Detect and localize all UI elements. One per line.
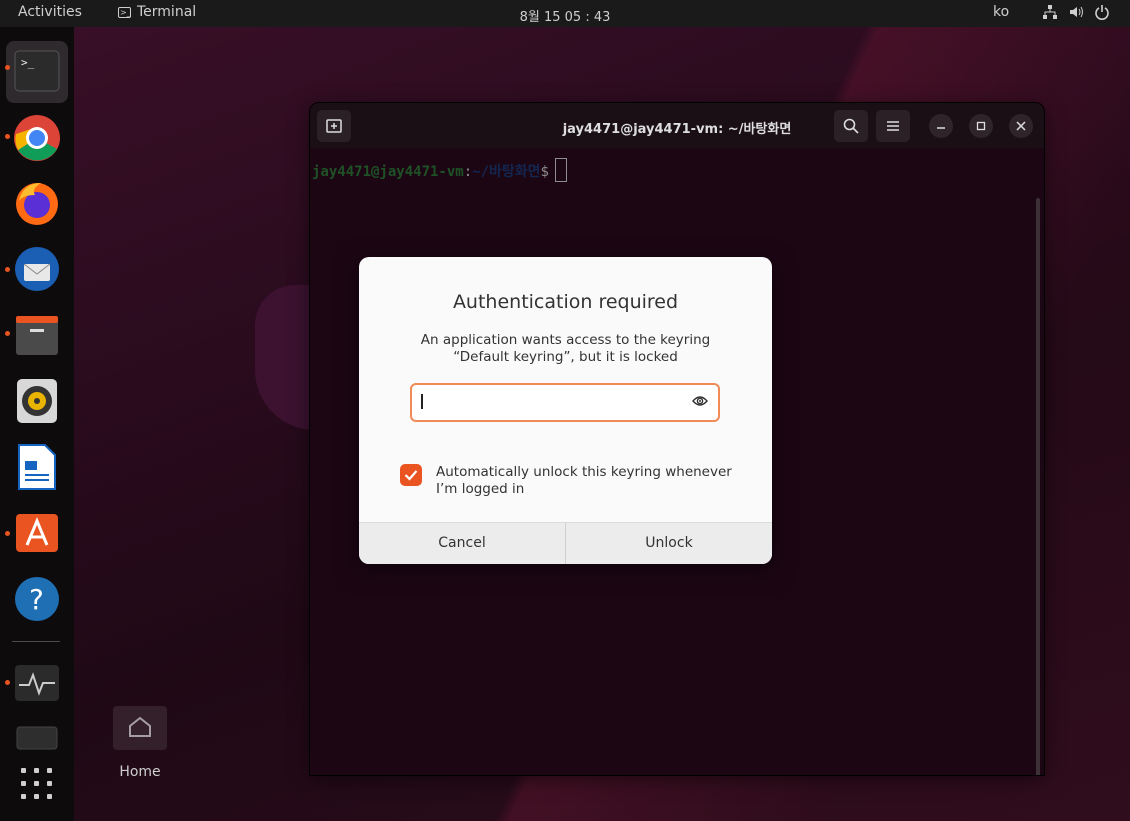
search-button[interactable]: [834, 110, 868, 142]
desktop-home-folder[interactable]: Home: [112, 706, 168, 780]
reveal-password-icon[interactable]: [692, 394, 708, 408]
dock-software-icon[interactable]: [13, 509, 61, 557]
auto-unlock-checkbox[interactable]: [400, 464, 422, 486]
terminal-headerbar[interactable]: jay4471@jay4471-vm: ~/바탕화면: [310, 103, 1044, 148]
activities-button[interactable]: Activities: [18, 4, 82, 20]
running-indicator: [5, 680, 10, 685]
dock-rhythmbox-icon[interactable]: [13, 377, 61, 425]
text-caret: [421, 394, 423, 409]
password-field[interactable]: [410, 383, 720, 422]
cancel-button[interactable]: Cancel: [359, 523, 565, 564]
power-icon: [1095, 5, 1109, 20]
dock-chrome-icon[interactable]: [13, 114, 61, 162]
running-indicator: [5, 65, 10, 70]
dock-separator: [12, 641, 60, 642]
show-applications-icon[interactable]: [21, 768, 53, 800]
close-icon: [1016, 121, 1026, 131]
unlock-button[interactable]: Unlock: [566, 523, 772, 564]
volume-icon: [1070, 6, 1083, 18]
dialog-title: Authentication required: [452, 291, 679, 313]
dock-help-icon[interactable]: ?: [13, 575, 61, 623]
dock-files-icon[interactable]: [13, 311, 61, 359]
svg-text:>_: >_: [21, 56, 35, 69]
maximize-icon: [976, 121, 986, 131]
running-indicator: [5, 531, 10, 536]
input-language[interactable]: ko: [993, 4, 1009, 20]
dialog-message-line2: “Default keyring”, but it is locked: [453, 349, 678, 365]
home-folder-icon: [113, 706, 167, 750]
dock-drive-icon[interactable]: [13, 723, 61, 771]
dock-firefox-icon[interactable]: [13, 179, 61, 227]
keyring-auth-dialog: Authentication required An application w…: [359, 257, 772, 564]
clock[interactable]: 8월 15 05 : 43: [520, 10, 611, 25]
app-menu-label: Terminal: [137, 4, 197, 20]
running-indicator: [5, 267, 10, 272]
dialog-message-line1: An application wants access to the keyri…: [420, 332, 711, 348]
auto-unlock-label[interactable]: Automatically unlock this keyring whenev…: [436, 464, 746, 498]
dock-writer-icon[interactable]: [13, 443, 61, 491]
dock-system-monitor-icon[interactable]: [13, 659, 61, 707]
menu-button[interactable]: [876, 110, 910, 142]
minimize-button[interactable]: [929, 114, 953, 138]
system-tray[interactable]: [1042, 4, 1110, 20]
terminal-title: jay4471@jay4471-vm: ~/바탕화면: [562, 122, 792, 137]
dock-terminal-icon[interactable]: >_: [13, 48, 61, 96]
running-indicator: [5, 331, 10, 336]
dock-thunderbird-icon[interactable]: [13, 245, 61, 293]
network-icon: [1043, 5, 1057, 19]
terminal-app-icon: >_: [118, 6, 131, 18]
home-folder-label: Home: [119, 764, 161, 780]
search-icon: [843, 118, 859, 134]
svg-text:?: ?: [29, 583, 44, 616]
dock: >_ ?: [0, 27, 74, 821]
dialog-button-row: Cancel Unlock: [359, 522, 772, 564]
maximize-button[interactable]: [969, 114, 993, 138]
close-button[interactable]: [1009, 114, 1033, 138]
top-bar: Activities >_ Terminal 8월 15 05 : 43 ko: [0, 0, 1130, 27]
running-indicator: [5, 134, 10, 139]
checkmark-icon: [404, 470, 418, 481]
minimize-icon: [937, 127, 945, 129]
dialog-message: An application wants access to the keyri…: [379, 332, 752, 366]
app-menu[interactable]: >_ Terminal: [118, 4, 196, 20]
hamburger-icon: [887, 121, 899, 131]
